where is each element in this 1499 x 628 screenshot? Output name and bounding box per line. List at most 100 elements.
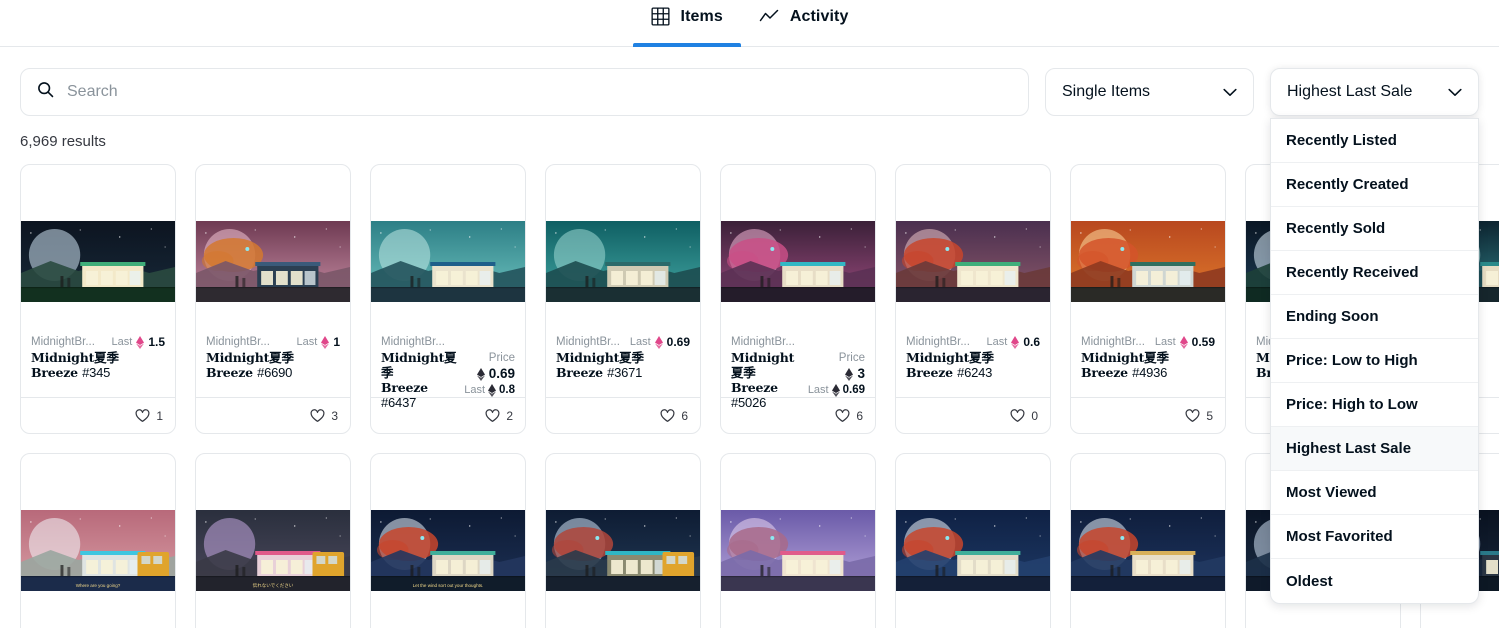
item-card-footer: 6	[721, 397, 875, 433]
item-card[interactable]: MidnightBr... Last 0.59 Midnight夏季Breeze…	[1070, 164, 1226, 434]
chevron-down-icon	[1223, 88, 1237, 97]
sort-option-ending-soon[interactable]: Ending Soon	[1271, 295, 1478, 339]
item-card[interactable]	[895, 453, 1051, 628]
item-card[interactable]: MidnightBr... Last 0.69 Midnight夏季Breeze…	[545, 164, 701, 434]
item-card[interactable]: MidnightBr... Last 1.5 Midnight夏季Breeze …	[20, 164, 176, 434]
item-card[interactable]: Let the wind sort out your thoughts.	[370, 453, 526, 628]
heart-icon[interactable]	[1010, 409, 1025, 423]
collection-name: MidnightBr...	[906, 334, 970, 350]
chevron-down-icon	[1448, 88, 1462, 97]
sort-option-price-high-to-low[interactable]: Price: High to Low	[1271, 383, 1478, 427]
item-last-sale: Last 1	[297, 334, 340, 350]
item-card-footer: 2	[371, 397, 525, 433]
heart-icon[interactable]	[1185, 409, 1200, 423]
item-card[interactable]: 伝れないでください	[195, 453, 351, 628]
tab-items-label: Items	[681, 8, 723, 26]
item-card[interactable]: Where are you going?	[20, 453, 176, 628]
sort-by-select[interactable]: Highest Last Sale Recently ListedRecentl…	[1270, 68, 1479, 116]
favorite-count: 2	[506, 409, 513, 423]
item-card-footer: 3	[196, 397, 350, 433]
item-artwork	[1071, 510, 1225, 591]
item-info: MidnightBr... Last 0.6 Midnight夏季Breeze …	[906, 334, 1040, 380]
collection-name: MidnightBr...	[31, 334, 95, 350]
tab-items[interactable]: Items	[633, 0, 741, 46]
sort-option-recently-created[interactable]: Recently Created	[1271, 163, 1478, 207]
sort-option-recently-received[interactable]: Recently Received	[1271, 251, 1478, 295]
search-input[interactable]	[65, 69, 1012, 115]
item-name: Midnight夏季Breeze #6690	[206, 350, 294, 380]
item-card[interactable]: MidnightBr... Midnight夏季Breeze #5026 Pri…	[720, 164, 876, 434]
item-card[interactable]	[720, 453, 876, 628]
item-artwork	[546, 221, 700, 302]
item-card[interactable]: MidnightBr... Last 0.6 Midnight夏季Breeze …	[895, 164, 1051, 434]
sort-option-highest-last-sale[interactable]: Highest Last Sale	[1271, 427, 1478, 471]
item-artwork	[1071, 221, 1225, 302]
item-card[interactable]: MidnightBr... Last 1 Midnight夏季Breeze #6…	[195, 164, 351, 434]
item-artwork	[896, 221, 1050, 302]
item-artwork	[721, 510, 875, 591]
item-card[interactable]: MidnightBr... Midnight夏季Breeze #6437 Pri…	[370, 164, 526, 434]
heart-icon[interactable]	[835, 409, 850, 423]
svg-text:Where are you going?: Where are you going?	[76, 583, 121, 588]
sort-by-select-label: Highest Last Sale	[1287, 83, 1412, 101]
items-grid-row-2: Where are you going? 伝れないでください	[20, 453, 1479, 628]
item-name: Midnight夏季Breeze #3671	[556, 350, 644, 380]
item-last-sale: Last 0.69	[808, 383, 865, 398]
item-card-footer: 5	[1071, 397, 1225, 433]
item-artwork: Let the wind sort out your thoughts.	[371, 510, 525, 591]
grid-icon	[651, 7, 670, 26]
item-name: Midnight夏季Breeze #6243	[906, 350, 994, 380]
sort-option-oldest[interactable]: Oldest	[1271, 559, 1478, 603]
item-last-sale: Last 0.69	[630, 334, 690, 350]
item-name: Midnight夏季Breeze #345	[31, 350, 119, 380]
favorite-count: 5	[1206, 409, 1213, 423]
item-type-select-label: Single Items	[1062, 83, 1150, 101]
tab-activity[interactable]: Activity	[741, 0, 867, 46]
activity-chart-icon	[759, 7, 779, 27]
item-artwork	[371, 221, 525, 302]
collection-name: MidnightBr...	[1081, 334, 1145, 350]
svg-text:Let the wind sort out your tho: Let the wind sort out your thoughts.	[413, 583, 484, 588]
sort-option-most-viewed[interactable]: Most Viewed	[1271, 471, 1478, 515]
item-last-sale: Last 0.59	[1155, 334, 1215, 350]
item-artwork: Where are you going?	[21, 510, 175, 591]
favorite-count: 6	[856, 409, 863, 423]
item-artwork	[721, 221, 875, 302]
sort-option-recently-listed[interactable]: Recently Listed	[1271, 119, 1478, 163]
items-grid-row-1: MidnightBr... Last 1.5 Midnight夏季Breeze …	[20, 164, 1479, 434]
collection-name: MidnightBr...	[731, 334, 795, 350]
item-card-footer: 0	[896, 397, 1050, 433]
collection-name: MidnightBr...	[556, 334, 620, 350]
item-card[interactable]	[545, 453, 701, 628]
favorite-count: 6	[681, 409, 688, 423]
item-artwork	[896, 510, 1050, 591]
sort-by-dropdown-menu: Recently ListedRecently CreatedRecently …	[1270, 118, 1479, 604]
item-info: MidnightBr... Last 0.59 Midnight夏季Breeze…	[1081, 334, 1215, 380]
item-artwork	[196, 221, 350, 302]
item-type-select[interactable]: Single Items	[1045, 68, 1254, 116]
heart-icon[interactable]	[310, 409, 325, 423]
item-artwork: 伝れないでください	[196, 510, 350, 591]
item-info: MidnightBr... Last 1 Midnight夏季Breeze #6…	[206, 334, 340, 380]
item-price: 0.69	[464, 366, 515, 382]
item-last-sale: Last 0.6	[987, 334, 1040, 350]
item-card-footer: 1	[21, 397, 175, 433]
item-artwork	[21, 221, 175, 302]
search-bar[interactable]	[20, 68, 1029, 116]
item-info: MidnightBr... Last 0.69 Midnight夏季Breeze…	[556, 334, 690, 380]
sort-option-recently-sold[interactable]: Recently Sold	[1271, 207, 1478, 251]
price-label: Price	[808, 350, 865, 366]
favorite-count: 3	[331, 409, 338, 423]
filter-toolbar: Single Items Highest Last Sale Recently …	[0, 47, 1499, 116]
item-last-sale: Last 0.8	[464, 383, 515, 398]
tab-activity-label: Activity	[790, 8, 849, 26]
item-card[interactable]	[1070, 453, 1226, 628]
heart-icon[interactable]	[485, 409, 500, 423]
sort-option-price-low-to-high[interactable]: Price: Low to High	[1271, 339, 1478, 383]
collection-name: MidnightBr...	[206, 334, 270, 350]
sort-option-most-favorited[interactable]: Most Favorited	[1271, 515, 1478, 559]
collection-tabs: Items Activity	[0, 0, 1499, 47]
heart-icon[interactable]	[660, 409, 675, 423]
price-label: Price	[464, 350, 515, 366]
heart-icon[interactable]	[135, 409, 150, 423]
